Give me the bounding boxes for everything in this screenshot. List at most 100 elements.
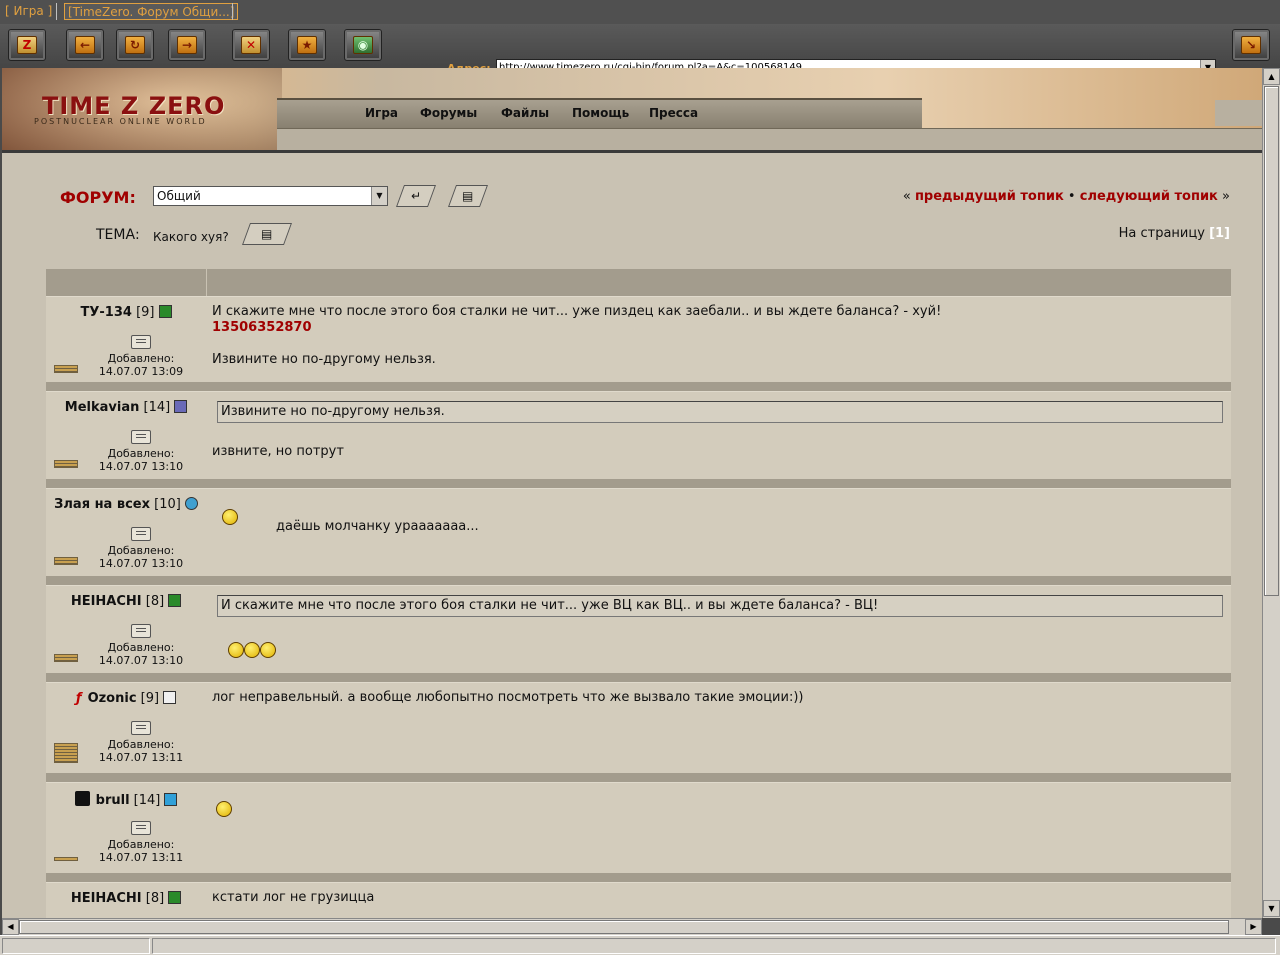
back-button[interactable]: ← bbox=[66, 29, 104, 61]
open-quote: « bbox=[902, 189, 911, 204]
nav-files[interactable]: Файлы bbox=[501, 106, 549, 120]
home-button[interactable]: Z bbox=[8, 29, 46, 61]
banner-divider bbox=[2, 150, 1262, 153]
post-text: даёшь молчанку урааааааа... bbox=[276, 519, 479, 534]
author-name[interactable]: Злая на всех bbox=[54, 497, 150, 512]
tab-forum[interactable]: [TimeZero. Форум Общи...] bbox=[64, 3, 239, 20]
forward-button[interactable]: → bbox=[168, 29, 206, 61]
author-level: [14] bbox=[133, 793, 161, 808]
post-text: Извините но по-другому нельзя. bbox=[212, 352, 436, 367]
refresh-button[interactable]: ↻ bbox=[116, 29, 154, 61]
message-icon[interactable] bbox=[131, 821, 151, 835]
message-icon[interactable] bbox=[131, 721, 151, 735]
message-icon[interactable] bbox=[131, 624, 151, 638]
nav-help[interactable]: Помощь bbox=[572, 106, 629, 120]
post-quote: Извините но по-другому нельзя. bbox=[217, 401, 1223, 423]
post-text: кстати лог не грузицца bbox=[212, 890, 375, 905]
scroll-right-icon[interactable]: ▶ bbox=[1245, 919, 1262, 935]
clan-icon[interactable] bbox=[163, 691, 177, 704]
go-forum-button[interactable]: ↵ bbox=[395, 185, 437, 207]
author-name[interactable]: HEIHACHI bbox=[71, 891, 142, 906]
page-link[interactable]: [1] bbox=[1209, 226, 1230, 241]
added-label: Добавлено: bbox=[107, 838, 175, 851]
rank-bars-icon bbox=[54, 557, 78, 565]
scroll-up-icon[interactable]: ▲ bbox=[1263, 68, 1280, 85]
post-divider bbox=[46, 673, 1231, 682]
nav-forums[interactable]: Форумы bbox=[420, 106, 477, 120]
added-label: Добавлено: bbox=[107, 447, 175, 460]
message-icon[interactable] bbox=[131, 335, 151, 349]
status-bar bbox=[0, 935, 1280, 955]
post-author: ТУ-134 [9] bbox=[46, 305, 206, 320]
prev-topic-link[interactable]: предыдущий топик bbox=[915, 189, 1064, 204]
clan-icon[interactable] bbox=[184, 497, 198, 510]
screenshot-button[interactable]: ◉ bbox=[344, 29, 382, 61]
clan-icon[interactable] bbox=[174, 400, 188, 413]
post-author: ƒ Ozonic [9] bbox=[46, 691, 206, 706]
nav-game[interactable]: Игра bbox=[365, 106, 398, 120]
tab-game[interactable]: [ Игра ] bbox=[2, 3, 55, 20]
forum-label: ФОРУМ: bbox=[60, 188, 136, 207]
added-label: Добавлено: bbox=[107, 352, 175, 365]
clan-icon[interactable] bbox=[168, 891, 182, 904]
smiley-icon bbox=[244, 642, 260, 658]
pagination: На страницу [1] bbox=[1119, 226, 1230, 241]
author-level: [9] bbox=[140, 691, 160, 706]
vertical-scrollbar[interactable]: ▲ ▼ bbox=[1262, 68, 1280, 918]
clan-icon[interactable] bbox=[164, 793, 178, 806]
rank-bars-icon bbox=[54, 654, 78, 662]
posts-header bbox=[46, 269, 1231, 296]
message-icon[interactable] bbox=[131, 527, 151, 541]
author-name[interactable]: brull bbox=[96, 793, 130, 808]
scroll-down-icon[interactable]: ▼ bbox=[1263, 900, 1280, 917]
post-divider bbox=[46, 773, 1231, 782]
post-author-cell: Melkavian [14] Добавлено: 14.07.07 13:10 bbox=[46, 392, 206, 479]
scrollbar-thumb[interactable] bbox=[19, 920, 1229, 934]
tab-separator bbox=[232, 3, 233, 20]
site-logo[interactable]: TIME Z ZERO bbox=[42, 92, 225, 120]
next-topic-link[interactable]: следующий топик bbox=[1080, 189, 1218, 204]
favorites-button[interactable]: ★ bbox=[288, 29, 326, 61]
author-name[interactable]: Melkavian bbox=[65, 400, 140, 415]
nav-press[interactable]: Пресса bbox=[649, 106, 698, 120]
post: brull [14] Добавлено: 14.07.07 13:11 bbox=[46, 782, 1231, 873]
post-author-cell: ƒ Ozonic [9] Добавлено: 14.07.07 13:11 bbox=[46, 683, 206, 773]
post-divider bbox=[46, 479, 1231, 488]
post-author-cell: Злая на всех [10] Добавлено: 14.07.07 13:… bbox=[46, 489, 206, 576]
rank-bars-icon bbox=[54, 743, 78, 763]
post-divider bbox=[46, 576, 1231, 585]
post: Melkavian [14] Добавлено: 14.07.07 13:10 … bbox=[46, 391, 1231, 479]
clan-icon[interactable] bbox=[168, 594, 182, 607]
clan-icon[interactable] bbox=[158, 305, 172, 318]
author-name[interactable]: HEIHACHI bbox=[71, 594, 142, 609]
rank-bars-icon bbox=[54, 460, 78, 468]
author-level: [9] bbox=[136, 305, 155, 320]
post-text: лог неправельный. а вообще любопытно пос… bbox=[212, 690, 804, 705]
author-name[interactable]: Ozonic bbox=[88, 691, 137, 706]
smiley-icon bbox=[216, 801, 232, 817]
topic-navigation: « предыдущий топик • следующий топик » bbox=[903, 189, 1230, 204]
rank-bars-icon bbox=[54, 857, 78, 861]
message-icon[interactable] bbox=[131, 430, 151, 444]
profile-button[interactable]: ▤ bbox=[447, 185, 489, 207]
author-level: [8] bbox=[145, 594, 165, 609]
author-level: [10] bbox=[154, 497, 181, 512]
scroll-left-icon[interactable]: ◀ bbox=[2, 919, 19, 935]
horizontal-scrollbar[interactable]: ◀ ▶ bbox=[2, 918, 1262, 935]
topic-label: ТЕМА: bbox=[96, 227, 140, 243]
post-divider bbox=[46, 382, 1231, 391]
go-button[interactable]: ↘ bbox=[1232, 29, 1270, 61]
post: ƒ Ozonic [9] Добавлено: 14.07.07 13:11 лог… bbox=[46, 682, 1231, 773]
author-name[interactable]: ТУ-134 bbox=[81, 305, 132, 320]
forum-select[interactable]: Общий ▼ bbox=[153, 186, 388, 206]
site-logo-subtitle: POSTNUCLEAR ONLINE WORLD bbox=[34, 117, 207, 126]
chevron-down-icon[interactable]: ▼ bbox=[371, 187, 387, 205]
topic-title: Какого хуя? bbox=[153, 230, 229, 244]
arrow-right-icon: → bbox=[177, 36, 197, 54]
site-banner: TIME Z ZERO POSTNUCLEAR ONLINE WORLD Игр… bbox=[2, 68, 1262, 153]
post-author-cell: HEIHACHI [8] Добавлено: 14.07.07 13:10 bbox=[46, 586, 206, 673]
stop-button[interactable]: ✕ bbox=[232, 29, 270, 61]
topic-doc-button[interactable]: ▤ bbox=[241, 223, 293, 245]
added-label: Добавлено: bbox=[107, 544, 175, 557]
scrollbar-thumb[interactable] bbox=[1264, 86, 1279, 596]
